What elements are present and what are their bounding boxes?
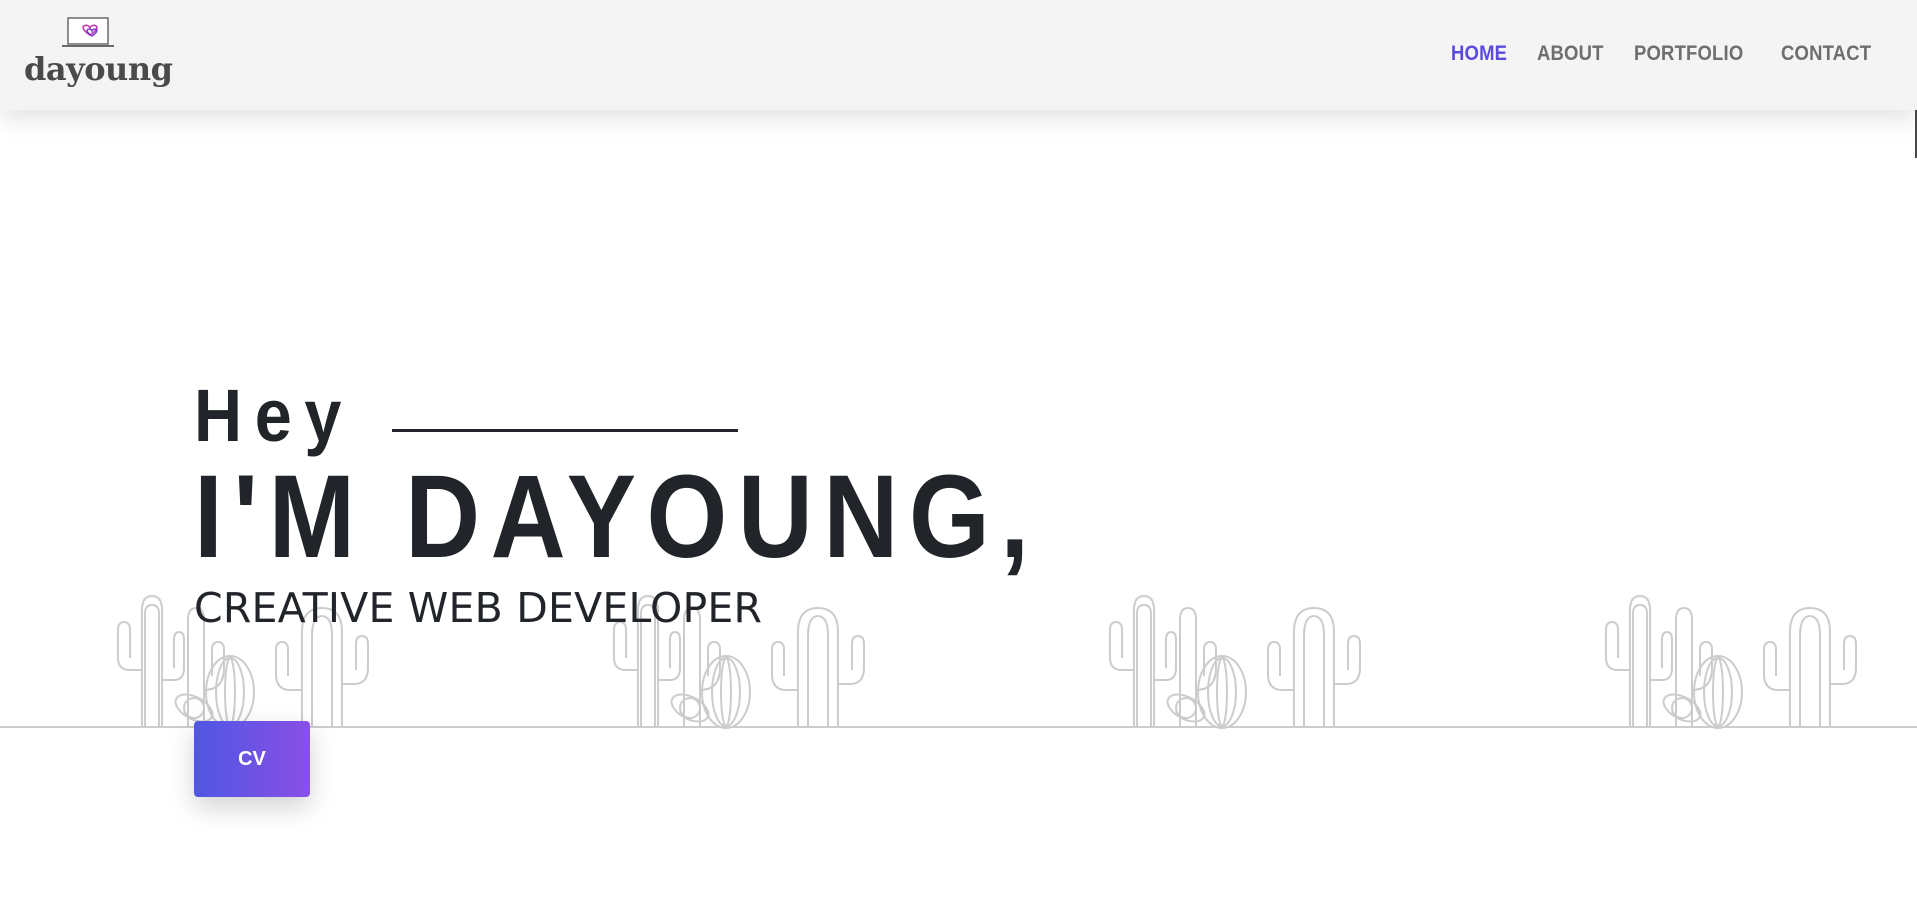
main-nav: HOME ABOUT PORTFOLIO CONTACT: [1451, 42, 1883, 66]
logo-text: dayoung: [24, 50, 173, 88]
nav-contact[interactable]: CONTACT: [1781, 42, 1871, 66]
nav-about[interactable]: ABOUT: [1537, 42, 1604, 66]
hero-section: Hey I'M DAYOUNG, CREATIVE WEB DEVELOPER: [194, 376, 1155, 633]
greeting-underline: [391, 428, 738, 432]
greeting-text: Hey: [194, 374, 354, 457]
site-header: dayoung HOME ABOUT PORTFOLIO CONTACT: [0, 0, 1917, 110]
logo[interactable]: dayoung: [24, 16, 173, 92]
cv-button[interactable]: CV: [194, 721, 310, 797]
hero-subtitle: CREATIVE WEB DEVELOPER: [194, 584, 763, 632]
nav-home[interactable]: HOME: [1451, 42, 1507, 66]
cv-button-label: CV: [238, 747, 266, 770]
greeting-row: Hey: [194, 376, 1155, 456]
laptop-heart-icon: [62, 17, 114, 47]
nav-portfolio[interactable]: PORTFOLIO: [1634, 42, 1743, 66]
hero-name: I'M DAYOUNG,: [194, 451, 1040, 583]
